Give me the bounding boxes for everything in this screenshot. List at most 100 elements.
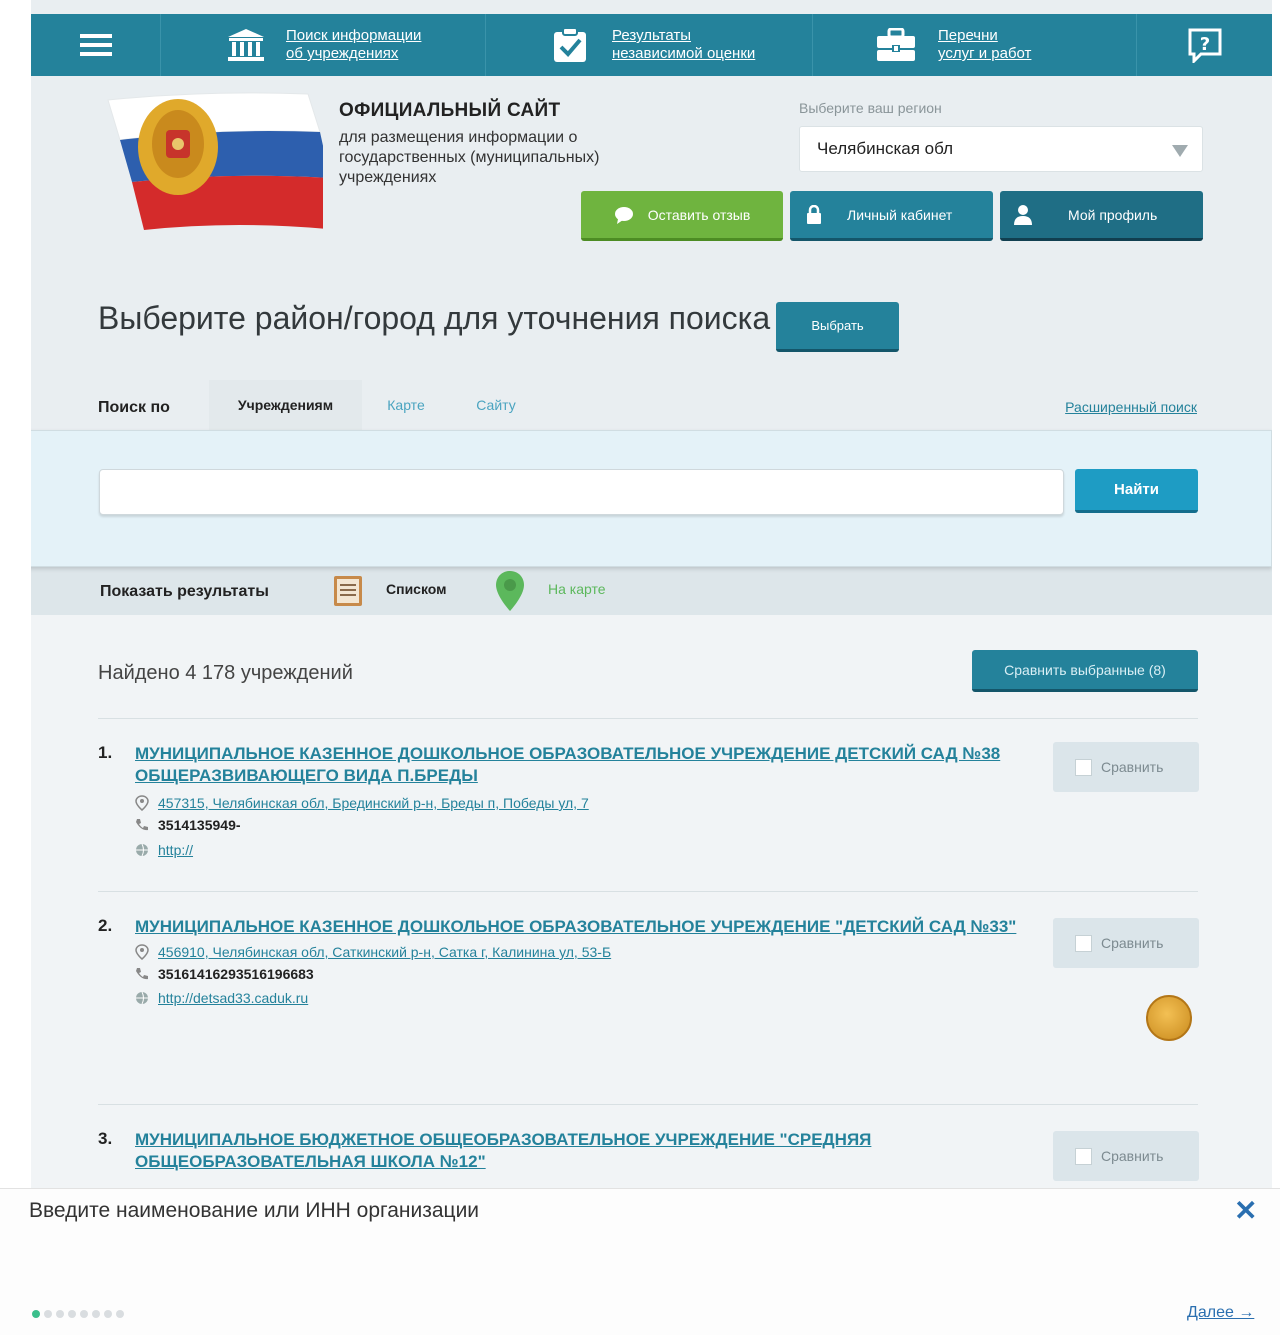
result-address-link[interactable]: 457315, Челябинская обл, Брединский р-н,… — [158, 795, 589, 811]
choose-district-button[interactable]: Выбрать — [776, 302, 899, 352]
checkmark-clipboard-icon — [554, 27, 586, 62]
tab-institutions[interactable]: Учреждениям — [209, 380, 362, 430]
checkbox[interactable] — [1075, 934, 1092, 952]
svg-text:?: ? — [1199, 34, 1209, 55]
help-icon: ? — [1188, 28, 1221, 63]
result-site-line: http:// — [135, 842, 193, 858]
top-navigation: Поиск информации об учреждениях Результа… — [31, 14, 1272, 76]
compare-label: Сравнить — [1101, 935, 1164, 951]
progress-dot — [32, 1310, 40, 1318]
progress-dot — [92, 1310, 100, 1318]
help-button[interactable]: ? — [1137, 14, 1272, 76]
result-name-link[interactable]: МУНИЦИПАЛЬНОЕ БЮДЖЕТНОЕ ОБЩЕОБРАЗОВАТЕЛЬ… — [135, 1129, 895, 1173]
nav-item-institutions[interactable]: Поиск информации об учреждениях — [161, 14, 486, 76]
divider — [98, 718, 1198, 719]
advanced-search-link[interactable]: Расширенный поиск — [1065, 399, 1197, 415]
hamburger-icon — [79, 34, 112, 56]
result-address-line: 456910, Челябинская обл, Саткинский р-н,… — [135, 944, 611, 960]
compare-checkbox[interactable]: Сравнить — [1053, 918, 1199, 968]
compare-label: Сравнить — [1101, 759, 1164, 775]
personal-cabinet-button[interactable]: Личный кабинет — [790, 191, 993, 241]
phone-icon — [136, 819, 148, 831]
progress-dot — [68, 1310, 76, 1318]
site-subtitle: для размещения информации о государствен… — [339, 129, 600, 186]
checkbox[interactable] — [1075, 758, 1092, 776]
nav-link-assessment-line2[interactable]: независимой оценки — [612, 45, 755, 62]
tab-map[interactable]: Карте — [376, 380, 436, 430]
progress-dot — [44, 1310, 52, 1318]
result-site-link[interactable]: http:// — [158, 842, 193, 858]
site-title: ОФИЦИАЛЬНЫЙ САЙТ — [339, 100, 561, 121]
compare-selected-button[interactable]: Сравнить выбранные (8) — [972, 650, 1198, 692]
compare-checkbox[interactable]: Сравнить — [1053, 1131, 1199, 1181]
compare-checkbox[interactable]: Сравнить — [1053, 742, 1199, 792]
result-name-link[interactable]: МУНИЦИПАЛЬНОЕ КАЗЕННОЕ ДОШКОЛЬНОЕ ОБРАЗО… — [135, 916, 1035, 938]
progress-dot — [116, 1310, 124, 1318]
page-frame: Поиск информации об учреждениях Результа… — [31, 0, 1272, 1335]
tour-progress-dots — [32, 1310, 124, 1318]
divider — [98, 891, 1198, 892]
feedback-button[interactable]: Оставить отзыв — [581, 191, 783, 241]
user-icon — [1014, 204, 1032, 225]
result-site-link[interactable]: http://detsad33.caduk.ru — [158, 990, 308, 1006]
site-header: ОФИЦИАЛЬНЫЙ САЙТ для размещения информац… — [31, 76, 1272, 266]
progress-dot — [80, 1310, 88, 1318]
district-heading: Выберите район/город для уточнения поиск… — [98, 300, 771, 336]
next-link[interactable]: Далее → — [1187, 1304, 1254, 1322]
nav-link-services-line1[interactable]: Перечни — [938, 27, 998, 44]
dropdown-arrow-icon — [1172, 145, 1188, 157]
result-phone: 35161416293516196683 — [158, 966, 314, 982]
nav-link-assessment-line1[interactable]: Результаты — [612, 27, 691, 44]
compare-selected-label: Сравнить выбранные (8) — [1004, 661, 1166, 678]
nav-item-services[interactable]: Перечни услуг и работ — [813, 14, 1137, 76]
search-input[interactable] — [99, 469, 1064, 515]
view-list-option[interactable]: Списком — [386, 581, 447, 597]
speech-bubble-icon — [614, 206, 633, 224]
lock-icon — [807, 204, 821, 224]
progress-dot — [104, 1310, 112, 1318]
list-view-icon[interactable] — [331, 574, 365, 608]
briefcase-icon — [877, 28, 915, 61]
close-icon[interactable]: ✕ — [1234, 1197, 1257, 1225]
region-value: Челябинская обл — [817, 139, 954, 158]
result-address-link[interactable]: 456910, Челябинская обл, Саткинский р-н,… — [158, 944, 611, 960]
nav-item-assessment[interactable]: Результаты независимой оценки — [486, 14, 813, 76]
divider — [98, 1104, 1198, 1105]
compare-label: Сравнить — [1101, 1148, 1164, 1164]
show-results-label: Показать результаты — [100, 583, 269, 600]
building-icon — [228, 29, 264, 61]
view-map-option[interactable]: На карте — [548, 581, 606, 597]
search-by-label: Поиск по — [98, 399, 170, 416]
result-number: 3. — [98, 1129, 113, 1148]
show-results-bar: Показать результаты Списком На карте — [31, 567, 1272, 615]
find-button-label: Найти — [1114, 481, 1159, 498]
quality-badge-icon[interactable] — [1146, 995, 1192, 1041]
result-phone-line: 3514135949- — [135, 817, 241, 833]
my-profile-button[interactable]: Мой профиль — [1000, 191, 1203, 241]
tab-site[interactable]: Сайту — [466, 380, 526, 430]
result-phone: 3514135949- — [158, 817, 241, 833]
result-address-line: 457315, Челябинская обл, Брединский р-н,… — [135, 795, 589, 811]
globe-icon — [136, 843, 148, 857]
flag-emblem-logo — [107, 92, 323, 230]
tooltip-text: Введите наименование или ИНН организации — [29, 1199, 480, 1222]
choose-district-label: Выбрать — [811, 318, 864, 333]
result-site-line: http://detsad33.caduk.ru — [135, 990, 308, 1006]
nav-link-institutions-line1[interactable]: Поиск информации — [286, 27, 421, 44]
feedback-button-label: Оставить отзыв — [647, 206, 751, 223]
phone-icon — [136, 968, 148, 980]
found-count: Найдено 4 178 учреждений — [98, 662, 353, 684]
map-pin-icon[interactable] — [494, 570, 526, 612]
nav-link-institutions-line2[interactable]: об учреждениях — [286, 45, 398, 62]
find-button[interactable]: Найти — [1075, 469, 1198, 513]
region-select[interactable]: Челябинская обл — [799, 126, 1203, 172]
checkbox[interactable] — [1075, 1147, 1092, 1165]
menu-button[interactable] — [31, 14, 161, 76]
location-icon — [135, 795, 149, 811]
result-name-link[interactable]: МУНИЦИПАЛЬНОЕ КАЗЕННОЕ ДОШКОЛЬНОЕ ОБРАЗО… — [135, 743, 1025, 787]
nav-link-services-line2[interactable]: услуг и работ — [938, 45, 1031, 62]
globe-icon — [136, 991, 148, 1005]
search-tabs: Поиск по Учреждениям Карте Сайту Расшире… — [31, 380, 1272, 430]
location-icon — [135, 944, 149, 960]
result-phone-line: 35161416293516196683 — [135, 966, 314, 982]
